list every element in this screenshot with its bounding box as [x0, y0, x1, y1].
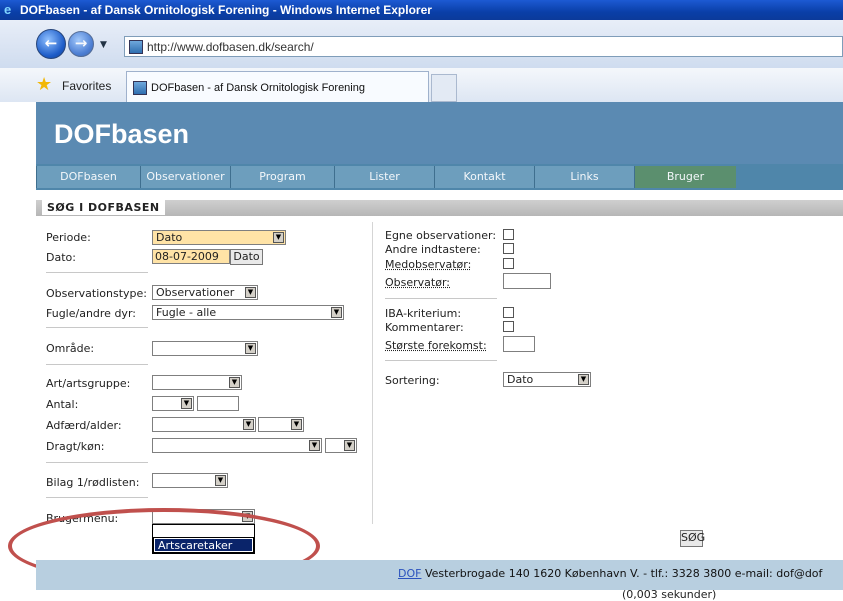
stoerste-label: Største forekomst: — [385, 339, 487, 352]
section-heading: SØG I DOFBASEN — [42, 200, 165, 215]
back-button[interactable]: ← — [36, 29, 66, 59]
new-tab-button[interactable] — [431, 74, 457, 102]
observationstype-value: Observationer — [156, 286, 235, 299]
fugle-value: Fugle - alle — [156, 306, 217, 319]
chevron-down-icon: ▼ — [243, 419, 254, 430]
divider — [385, 298, 497, 299]
chevron-down-icon: ▼ — [245, 343, 256, 354]
adfaerd-select[interactable]: ▼ — [152, 417, 256, 432]
search-button[interactable]: SØG — [680, 530, 705, 547]
chevron-down-icon: ▼ — [215, 475, 226, 486]
periode-value: Dato — [156, 231, 183, 244]
chevron-down-icon: ▼ — [331, 307, 342, 318]
dato-label: Dato: — [46, 251, 76, 264]
observator-label: Observatør: — [385, 276, 450, 289]
chevron-down-icon: ▼ — [344, 440, 355, 451]
alder-select[interactable]: ▼ — [258, 417, 304, 432]
observator-input[interactable] — [503, 273, 551, 289]
tab-title: DOFbasen - af Dansk Ornitologisk Forenin… — [151, 82, 365, 94]
observationstype-label: Observationstype: — [46, 287, 147, 300]
antal-label: Antal: — [46, 398, 79, 411]
dragt-label: Dragt/køn: — [46, 440, 105, 453]
page-timing: (0,003 sekunder) — [622, 588, 717, 601]
chevron-down-icon: ▼ — [229, 377, 240, 388]
art-label: Art/artsgruppe: — [46, 377, 131, 390]
fugle-label: Fugle/andre dyr: — [46, 307, 136, 320]
chevron-down-icon: ▼ — [273, 232, 284, 243]
divider — [46, 272, 148, 273]
nav-lister[interactable]: Lister — [334, 166, 434, 188]
footer-dof-link[interactable]: DOF — [398, 567, 421, 580]
medobservator-label: Medobservatør: — [385, 258, 472, 271]
browser-tab[interactable]: DOFbasen - af Dansk Ornitologisk Forenin… — [126, 71, 429, 102]
favorites-button-label[interactable]: Favorites — [62, 79, 111, 93]
observationstype-select[interactable]: Observationer ▼ — [152, 285, 258, 300]
medobservator-checkbox[interactable] — [503, 258, 514, 269]
history-dropdown-icon[interactable]: ▼ — [100, 40, 107, 50]
internet-explorer-icon: e — [4, 2, 12, 17]
footer-address: Vesterbrogade 140 1620 København V. - tl… — [421, 567, 823, 580]
andre-checkbox[interactable] — [503, 243, 514, 254]
forward-button[interactable]: → — [68, 31, 94, 57]
nav-dofbasen[interactable]: DOFbasen — [36, 166, 140, 188]
site-favicon-icon — [129, 40, 143, 54]
address-bar[interactable]: http://www.dofbasen.dk/search/ — [124, 36, 843, 57]
nav-bruger[interactable]: Bruger — [634, 166, 736, 188]
kommentarer-label: Kommentarer: — [385, 321, 464, 334]
column-divider — [372, 222, 373, 524]
adfaerd-label: Adfærd/alder: — [46, 419, 122, 432]
divider — [46, 327, 148, 328]
forward-arrow-icon: → — [74, 34, 88, 52]
antal-input[interactable] — [197, 396, 239, 411]
andre-label: Andre indtastere: — [385, 243, 481, 256]
chevron-down-icon: ▼ — [245, 287, 256, 298]
chevron-down-icon: ▼ — [578, 374, 589, 385]
window-title-bar: e DOFbasen - af Dansk Ornitologisk Foren… — [0, 0, 843, 20]
iba-label: IBA-kriterium: — [385, 307, 462, 320]
art-select[interactable]: ▼ — [152, 375, 242, 390]
dragt-select[interactable]: ▼ — [152, 438, 322, 453]
stoerste-input[interactable] — [503, 336, 535, 352]
window-title: DOFbasen - af Dansk Ornitologisk Forenin… — [20, 3, 432, 17]
divider — [46, 462, 148, 463]
chevron-down-icon: ▼ — [309, 440, 320, 451]
back-arrow-icon: ← — [44, 34, 58, 52]
url-text: http://www.dofbasen.dk/search/ — [147, 40, 314, 54]
bilag-select[interactable]: ▼ — [152, 473, 228, 488]
sortering-select[interactable]: Dato ▼ — [503, 372, 591, 387]
favorites-star-icon[interactable]: ★ — [36, 76, 52, 94]
egne-checkbox[interactable] — [503, 229, 514, 240]
chevron-down-icon: ▼ — [291, 419, 302, 430]
koen-select[interactable]: ▼ — [325, 438, 357, 453]
chevron-down-icon: ▼ — [181, 398, 192, 409]
divider — [46, 364, 148, 365]
divider — [385, 360, 497, 361]
sortering-label: Sortering: — [385, 374, 440, 387]
dato-button[interactable]: Dato — [230, 249, 263, 265]
site-title: DOFbasen — [54, 119, 190, 149]
kommentarer-checkbox[interactable] — [503, 321, 514, 332]
omraade-label: Område: — [46, 342, 95, 355]
iba-checkbox[interactable] — [503, 307, 514, 318]
page-left-margin — [0, 102, 36, 596]
divider — [46, 497, 148, 498]
nav-observationer[interactable]: Observationer — [140, 166, 230, 188]
nav-links[interactable]: Links — [534, 166, 634, 188]
periode-select[interactable]: Dato ▼ — [152, 230, 286, 245]
nav-program[interactable]: Program — [230, 166, 334, 188]
site-navigation: DOFbasen Observationer Program Lister Ko… — [36, 164, 843, 191]
dato-input[interactable]: 08-07-2009 — [152, 249, 230, 264]
antal-select[interactable]: ▼ — [152, 396, 194, 411]
fugle-select[interactable]: Fugle - alle ▼ — [152, 305, 344, 320]
periode-label: Periode: — [46, 231, 91, 244]
bilag-label: Bilag 1/rødlisten: — [46, 476, 140, 489]
egne-label: Egne observationer: — [385, 229, 497, 242]
sortering-value: Dato — [507, 373, 534, 386]
nav-kontakt[interactable]: Kontakt — [434, 166, 534, 188]
omraade-select[interactable]: ▼ — [152, 341, 258, 356]
footer-contact: DOF Vesterbrogade 140 1620 København V. … — [398, 567, 822, 580]
tab-favicon-icon — [133, 81, 147, 95]
